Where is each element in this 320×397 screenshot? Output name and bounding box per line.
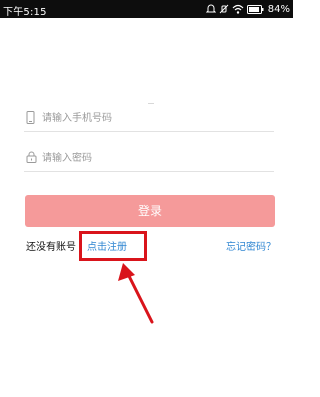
status-bar: 下午5:15 84% bbox=[0, 0, 293, 18]
password-field[interactable] bbox=[24, 149, 274, 172]
divider bbox=[148, 103, 154, 104]
forgot-password-link[interactable]: 忘记密码？ bbox=[226, 238, 276, 253]
mute-icon bbox=[219, 4, 229, 14]
password-underline bbox=[24, 171, 274, 172]
phone-field[interactable] bbox=[24, 109, 274, 132]
phone-input[interactable] bbox=[42, 109, 270, 127]
notification-icon bbox=[205, 4, 216, 13]
phone-icon bbox=[26, 111, 35, 124]
no-account-text: 还没有账号 bbox=[26, 242, 76, 253]
pointer-arrow bbox=[118, 263, 154, 324]
login-button[interactable]: 登录 bbox=[25, 195, 275, 227]
battery-icon bbox=[246, 4, 264, 14]
lock-icon bbox=[26, 151, 37, 163]
status-time: 下午5:15 bbox=[3, 7, 47, 18]
register-highlight-box bbox=[79, 231, 147, 261]
wifi-icon bbox=[232, 4, 244, 14]
phone-underline bbox=[24, 131, 274, 132]
password-input[interactable] bbox=[42, 149, 270, 167]
status-icons: 84% bbox=[205, 2, 290, 16]
battery-level: 84% bbox=[267, 3, 290, 15]
